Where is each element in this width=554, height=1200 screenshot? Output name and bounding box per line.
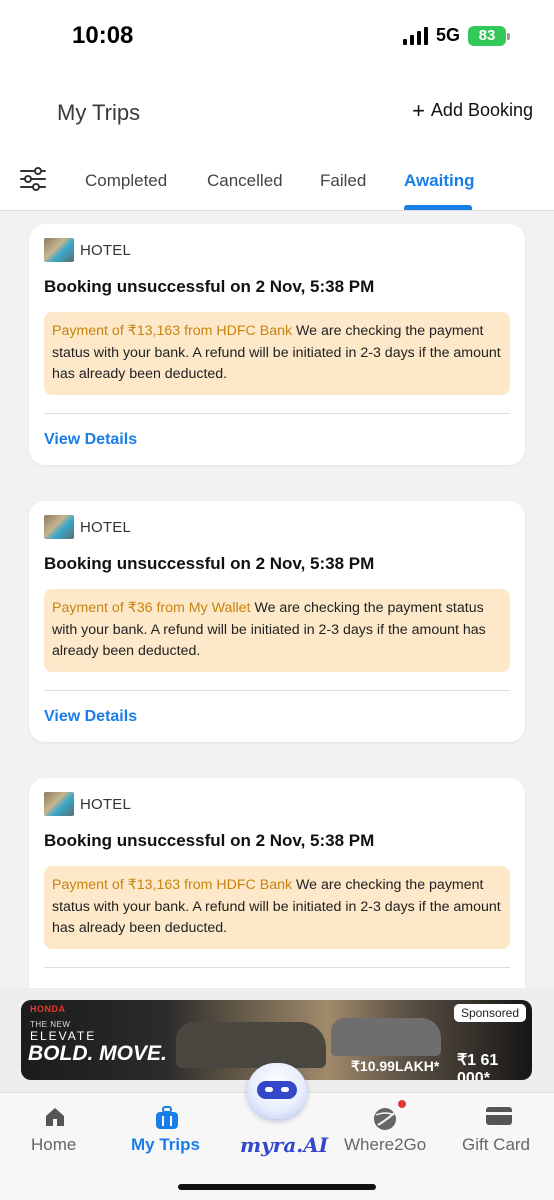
nav-where2go-label[interactable]: Where2Go — [344, 1135, 426, 1155]
card-divider — [44, 967, 510, 968]
ad-model: ELEVATE — [30, 1029, 97, 1043]
card-divider — [44, 413, 510, 414]
add-booking-label: Add Booking — [430, 100, 533, 120]
ad-subtitle: THE NEW — [30, 1020, 71, 1029]
tab-completed[interactable]: Completed — [85, 171, 167, 191]
booking-status-title: Booking unsuccessful on 2 Nov, 5:38 PM — [44, 831, 375, 850]
booking-type-label: HOTEL — [80, 241, 132, 259]
signal-icon — [402, 26, 428, 45]
tab-failed[interactable]: Failed — [320, 171, 366, 191]
myra-bot-icon[interactable] — [247, 1063, 307, 1119]
nav-mytrips-label[interactable]: My Trips — [131, 1135, 200, 1155]
car-image — [331, 1018, 441, 1056]
payment-info: Payment of ₹13,163 from HDFC Bank — [52, 323, 293, 339]
home-indicator — [178, 1184, 376, 1190]
booking-card: HOTEL Booking unsuccessful on 2 Nov, 5:3… — [29, 778, 525, 1019]
nav-myra-label[interactable]: myra.AI — [240, 1133, 328, 1157]
filter-icon[interactable] — [20, 166, 46, 192]
nav-giftcard-label[interactable]: Gift Card — [462, 1135, 530, 1155]
gift-card-icon[interactable] — [485, 1105, 513, 1127]
booking-status-title: Booking unsuccessful on 2 Nov, 5:38 PM — [44, 277, 375, 296]
view-details-link[interactable]: View Details — [44, 708, 137, 726]
booking-type-label: HOTEL — [80, 518, 132, 536]
ad-price: ₹10.99LAKH* — [351, 1058, 440, 1074]
sponsored-badge: Sponsored — [453, 1004, 526, 1022]
status-indicators: 5G 83 — [402, 25, 510, 46]
booking-type: HOTEL — [44, 792, 131, 816]
tab-cancelled[interactable]: Cancelled — [207, 171, 283, 191]
network-type: 5G — [435, 25, 460, 45]
booking-card: HOTEL Booking unsuccessful on 2 Nov, 5:3… — [29, 501, 525, 742]
car-image — [176, 1022, 326, 1068]
hotel-thumbnail — [44, 792, 74, 816]
payment-info: Payment of ₹36 from My Wallet — [52, 600, 251, 616]
payment-notice: Payment of ₹13,163 from HDFC Bank We are… — [44, 312, 510, 395]
payment-notice: Payment of ₹13,163 from HDFC Bank We are… — [44, 866, 510, 949]
payment-info: Payment of ₹13,163 from HDFC Bank — [52, 877, 293, 893]
view-details-link[interactable]: View Details — [44, 431, 137, 449]
page-title: My Trips — [57, 100, 141, 125]
booking-status-title: Booking unsuccessful on 2 Nov, 5:38 PM — [44, 554, 375, 573]
status-time: 10:08 — [72, 22, 134, 49]
add-booking-button[interactable]: + Add Booking — [412, 97, 533, 123]
app-header: My Trips + Add Booking — [0, 78, 554, 150]
booking-type: HOTEL — [44, 238, 131, 262]
hotel-thumbnail — [44, 238, 74, 262]
notification-dot — [396, 1098, 408, 1110]
trip-tabs: Completed Cancelled Failed Awaiting — [0, 150, 554, 211]
hotel-thumbnail — [44, 515, 74, 539]
suitcase-icon[interactable] — [154, 1105, 180, 1131]
plus-icon: + — [412, 97, 425, 123]
battery-icon: 83 — [468, 25, 510, 46]
globe-plane-icon[interactable] — [372, 1105, 402, 1131]
card-divider — [44, 690, 510, 691]
ad-tagline: BOLD. MOVE. — [28, 1042, 167, 1065]
ad-brand: HONDA — [30, 1004, 66, 1014]
home-icon[interactable] — [43, 1105, 67, 1129]
ad-benefit: ₹1 61 000* — [457, 1052, 499, 1080]
booking-card: HOTEL Booking unsuccessful on 2 Nov, 5:3… — [29, 224, 525, 465]
booking-type-label: HOTEL — [80, 795, 132, 813]
payment-notice: Payment of ₹36 from My Wallet We are che… — [44, 589, 510, 672]
booking-type: HOTEL — [44, 515, 131, 539]
nav-home-label[interactable]: Home — [31, 1135, 76, 1155]
tab-awaiting[interactable]: Awaiting — [404, 171, 475, 191]
active-tab-indicator — [404, 205, 472, 210]
status-bar: 10:08 5G 83 — [0, 0, 554, 78]
